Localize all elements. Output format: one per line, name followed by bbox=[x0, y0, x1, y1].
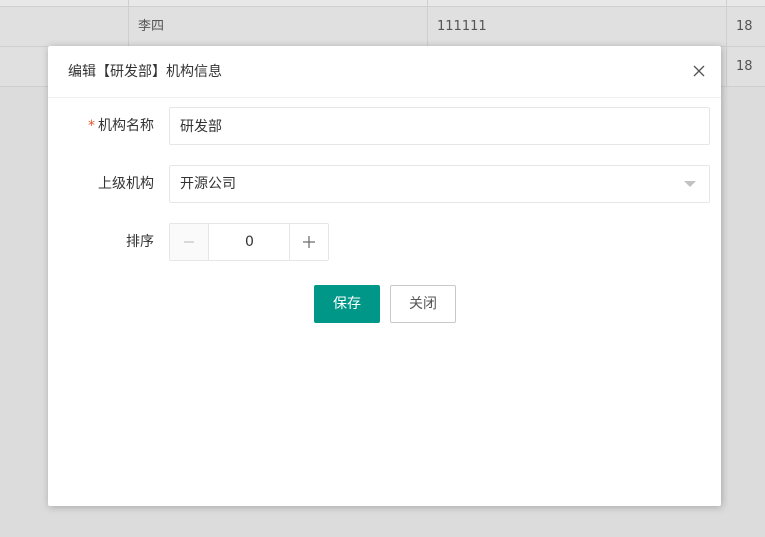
close-button[interactable]: 关闭 bbox=[390, 285, 456, 323]
dialog-title: 编辑【研发部】机构信息 bbox=[68, 64, 222, 80]
form-row-parent: 上级机构 开源公司 bbox=[48, 165, 721, 203]
order-label: 排序 bbox=[126, 234, 154, 250]
order-input[interactable] bbox=[209, 224, 290, 260]
edit-org-dialog: 编辑【研发部】机构信息 *机构名称 上级机构 开源公司 排序 bbox=[48, 46, 721, 506]
save-button[interactable]: 保存 bbox=[314, 285, 380, 323]
dialog-header: 编辑【研发部】机构信息 bbox=[48, 46, 721, 98]
caret-down-icon bbox=[684, 181, 696, 187]
form-row-order: 排序 bbox=[48, 223, 721, 261]
parent-org-value: 开源公司 bbox=[180, 176, 236, 192]
org-name-input[interactable] bbox=[169, 107, 710, 145]
name-label: 机构名称 bbox=[98, 118, 154, 134]
parent-label: 上级机构 bbox=[98, 176, 154, 192]
plus-button[interactable] bbox=[289, 224, 328, 260]
close-icon[interactable] bbox=[691, 63, 707, 79]
required-mark: * bbox=[88, 118, 95, 134]
plus-icon bbox=[303, 236, 315, 248]
parent-org-select[interactable]: 开源公司 bbox=[169, 165, 710, 203]
minus-button[interactable] bbox=[170, 224, 209, 260]
form-label-name: * 机构名称 bbox=[88, 107, 154, 145]
order-stepper bbox=[169, 223, 329, 261]
form-row-name: * 机构名称 bbox=[48, 107, 721, 145]
minus-icon bbox=[184, 241, 194, 243]
